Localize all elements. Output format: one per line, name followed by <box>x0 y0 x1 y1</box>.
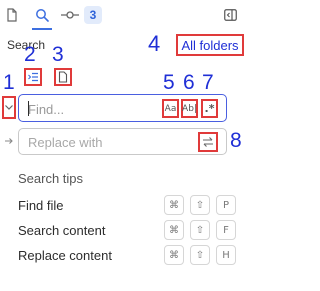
callout-1: 1 <box>3 71 15 94</box>
file-icon <box>7 8 17 22</box>
collapse-all-button[interactable] <box>24 68 42 86</box>
document-icon <box>58 71 68 83</box>
replace-field <box>18 128 227 155</box>
open-in-editor-button[interactable] <box>54 68 72 86</box>
key-letter: F <box>216 220 236 240</box>
tip-row: Find file ⌘ ⇧ P <box>18 195 240 217</box>
text-cursor <box>28 101 29 116</box>
key-command: ⌘ <box>164 220 184 240</box>
sidebar-layout-icon <box>223 9 237 21</box>
tab-source-control[interactable] <box>60 4 80 26</box>
whole-word-toggle[interactable]: Ab| <box>181 99 198 118</box>
active-tab-indicator <box>32 28 52 30</box>
key-letter: P <box>216 195 236 215</box>
search-tips-title: Search tips <box>18 171 84 186</box>
tab-bar: 3 <box>0 0 248 30</box>
search-icon <box>36 9 49 22</box>
match-case-toggle[interactable]: Aa <box>162 99 179 118</box>
key-shift: ⇧ <box>190 245 210 265</box>
replace-input[interactable] <box>28 134 178 150</box>
chevron-down-icon <box>5 105 13 110</box>
regex-toggle[interactable]: .* <box>201 99 218 118</box>
arrow-right-icon <box>5 138 13 144</box>
callout-7: 7 <box>202 71 214 94</box>
toggle-sidebar-button[interactable] <box>220 4 240 26</box>
tab-search[interactable] <box>32 4 52 26</box>
tip-label: Search content <box>18 223 106 238</box>
commit-icon <box>61 11 79 19</box>
changes-count-badge: 3 <box>84 6 102 24</box>
all-folders-button[interactable]: All folders <box>176 34 244 56</box>
callout-8: 8 <box>230 129 242 152</box>
key-command: ⌘ <box>164 245 184 265</box>
tip-row: Replace content ⌘ ⇧ H <box>18 245 240 267</box>
toggle-replace-button[interactable] <box>2 96 16 119</box>
key-letter: H <box>216 245 236 265</box>
tip-label: Replace content <box>18 248 112 263</box>
find-field: Aa Ab| .* <box>18 94 227 122</box>
key-shift: ⇧ <box>190 195 210 215</box>
find-input[interactable] <box>28 101 148 117</box>
replace-all-button[interactable] <box>198 132 218 152</box>
list-indent-icon <box>27 72 38 82</box>
key-command: ⌘ <box>164 195 184 215</box>
callout-5: 5 <box>163 71 175 94</box>
callout-2: 2 <box>24 43 36 66</box>
tip-row: Search content ⌘ ⇧ F <box>18 220 240 242</box>
callout-4: 4 <box>148 31 161 56</box>
key-shift: ⇧ <box>190 220 210 240</box>
tip-label: Find file <box>18 198 64 213</box>
callout-3: 3 <box>52 43 64 66</box>
replace-all-icon <box>203 137 213 147</box>
callout-6: 6 <box>183 71 195 94</box>
tab-files[interactable] <box>2 4 22 26</box>
